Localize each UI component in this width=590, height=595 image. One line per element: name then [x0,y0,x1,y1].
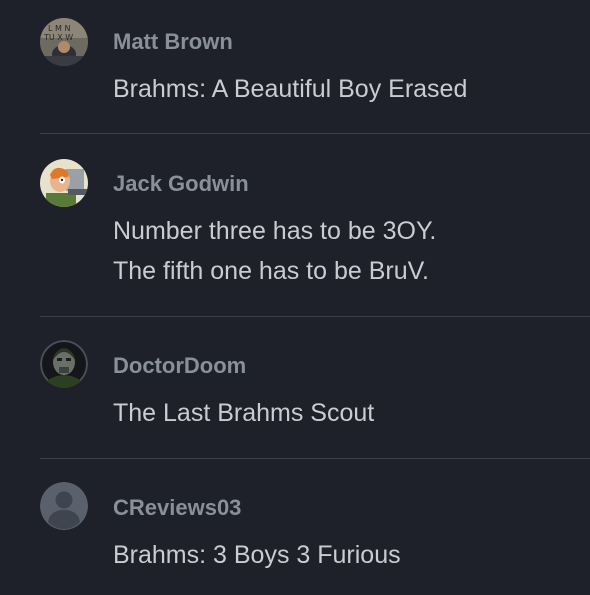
comment-username[interactable]: DoctorDoom [113,353,246,379]
comment-item: Jack Godwin Number three has to be 3OY. … [0,134,590,317]
svg-text:L M N: L M N [48,24,70,33]
comment-text: Brahms: A Beautiful Boy Erased [113,75,468,103]
default-user-icon [40,482,88,530]
comment-username[interactable]: Matt Brown [113,29,233,55]
comment-text: Brahms: 3 Boys 3 Furious [113,541,401,569]
comment-item: DoctorDoom The Last Brahms Scout [0,316,590,459]
comment-item: L M N TU X W Matt Brown Brahms: A Beauti… [0,0,590,134]
user-avatar[interactable]: L M N TU X W [40,18,88,66]
comment-text: Number three has to be 3OY. [113,217,437,245]
comment-username[interactable]: Jack Godwin [113,171,249,197]
masked-avatar-icon [40,340,88,388]
svg-text:TU X W: TU X W [43,33,73,42]
user-avatar[interactable] [40,340,88,388]
comment-text: The fifth one has to be BruV. [113,257,429,285]
photo-avatar-icon: L M N TU X W [40,18,88,66]
user-avatar[interactable] [40,159,88,207]
comment-text: The Last Brahms Scout [113,399,375,427]
user-avatar[interactable] [40,482,88,530]
comment-username[interactable]: CReviews03 [113,495,241,521]
cartoon-avatar-icon [40,159,88,207]
comment-item: CReviews03 Brahms: 3 Boys 3 Furious [0,458,590,595]
